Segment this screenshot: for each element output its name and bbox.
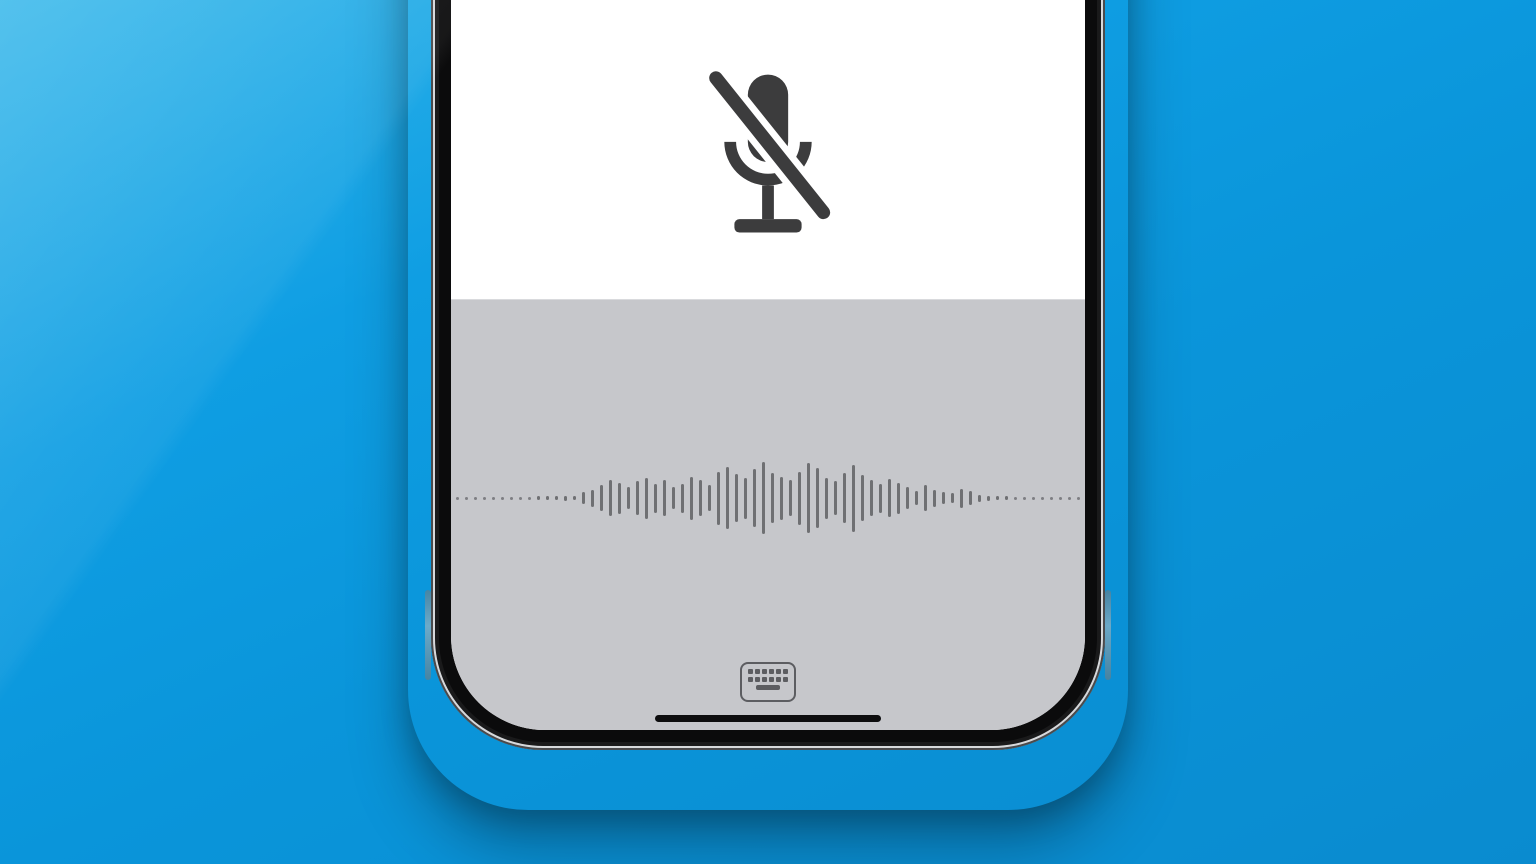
waveform-bar — [834, 481, 837, 515]
waveform-dot — [483, 497, 486, 500]
waveform-bar — [663, 480, 666, 516]
waveform-bar — [645, 478, 648, 519]
waveform-bar — [879, 484, 882, 513]
waveform-bar — [807, 463, 810, 533]
waveform-dot — [456, 497, 459, 500]
dictation-panel — [451, 299, 1085, 730]
waveform-bar — [780, 477, 783, 520]
waveform-dot — [1077, 497, 1080, 500]
waveform-bar — [987, 496, 990, 501]
waveform-bar — [591, 490, 594, 507]
waveform-bar — [582, 492, 585, 504]
waveform-bar — [762, 462, 765, 534]
waveform-dot — [1041, 497, 1044, 500]
waveform-dot — [1068, 497, 1071, 500]
waveform-bar — [933, 490, 936, 507]
waveform-bar — [600, 485, 603, 511]
waveform-bar — [744, 478, 747, 519]
waveform-bar — [573, 496, 576, 500]
waveform-bar — [897, 483, 900, 514]
waveform-bar — [906, 487, 909, 509]
phone-frame — [431, 0, 1105, 750]
waveform-dot — [1059, 497, 1062, 500]
waveform-bar — [816, 468, 819, 528]
waveform-dot — [492, 497, 495, 500]
phone-screen — [451, 0, 1085, 730]
antenna-band-right — [1105, 590, 1111, 680]
waveform-dot — [1032, 497, 1035, 500]
waveform-bar — [690, 477, 693, 520]
waveform-bar — [618, 483, 621, 514]
waveform-bar — [852, 465, 855, 532]
waveform-dot — [1014, 497, 1017, 500]
waveform-bar — [609, 480, 612, 516]
waveform-bar — [753, 469, 756, 527]
waveform-bar — [861, 475, 864, 521]
waveform-bar — [564, 496, 567, 501]
waveform-bar — [735, 474, 738, 522]
waveform-dot — [1023, 497, 1026, 500]
waveform-bar — [771, 473, 774, 523]
waveform-bar — [942, 492, 945, 504]
waveform-bar — [870, 480, 873, 516]
waveform-bar — [627, 487, 630, 509]
waveform-bar — [915, 491, 918, 505]
waveform-bar — [996, 496, 999, 500]
waveform-bar — [951, 493, 954, 503]
stage — [0, 0, 1536, 864]
waveform-bar — [978, 495, 981, 502]
waveform-bar — [717, 472, 720, 525]
waveform-bar — [825, 478, 828, 519]
waveform-bar — [555, 496, 558, 500]
waveform-bar — [708, 485, 711, 511]
waveform-bar — [969, 491, 972, 505]
waveform-dot — [1050, 497, 1053, 500]
waveform-bar — [654, 484, 657, 513]
waveform-bar — [699, 480, 702, 516]
waveform-bar — [888, 479, 891, 517]
waveform-dot — [474, 497, 477, 500]
waveform-dot — [465, 497, 468, 500]
waveform-bar — [789, 480, 792, 516]
waveform-bar — [537, 496, 540, 500]
antenna-band-left — [425, 590, 431, 680]
waveform-dot — [510, 497, 513, 500]
home-indicator[interactable] — [655, 715, 881, 722]
waveform-bar — [843, 473, 846, 523]
content-area — [451, 0, 1085, 299]
waveform-bar — [546, 496, 549, 500]
switch-to-keyboard-button[interactable] — [740, 662, 796, 702]
waveform-bar — [924, 485, 927, 511]
waveform-bar — [1005, 496, 1008, 500]
microphone-muted-icon — [684, 67, 852, 257]
waveform-bar — [960, 489, 963, 508]
waveform-bar — [672, 487, 675, 509]
waveform-bar — [636, 481, 639, 515]
waveform-bar — [726, 467, 729, 529]
waveform-bar — [681, 484, 684, 513]
waveform-bar — [798, 472, 801, 525]
audio-waveform — [451, 458, 1085, 538]
waveform-dot — [501, 497, 504, 500]
waveform-dot — [528, 497, 531, 500]
waveform-dot — [519, 497, 522, 500]
keyboard-icon — [748, 669, 788, 696]
